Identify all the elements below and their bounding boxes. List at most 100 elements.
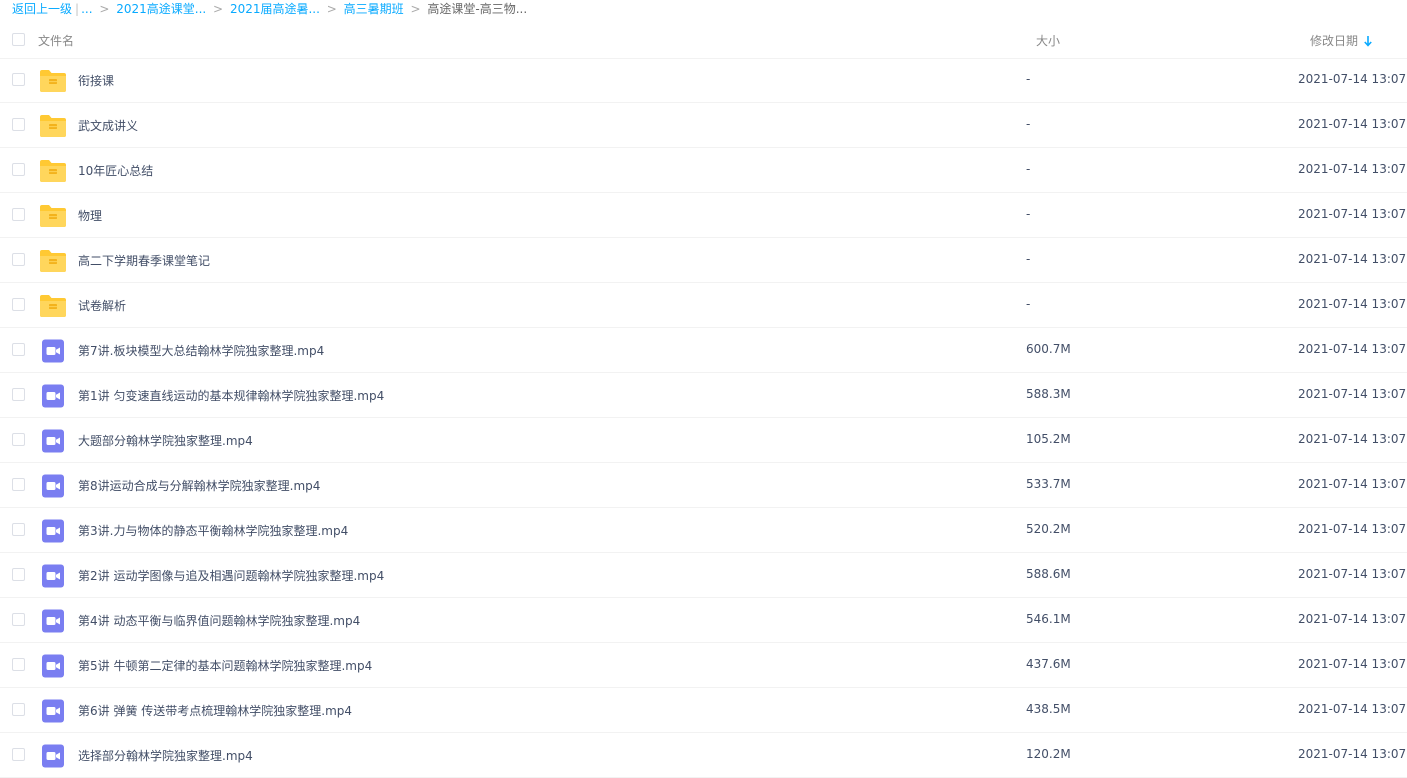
file-name[interactable]: 第5讲 牛顿第二定律的基本问题翰林学院独家整理.mp4 [78,657,372,674]
file-name[interactable]: 衔接课 [78,72,114,89]
sort-down-arrow-icon[interactable] [1364,36,1372,47]
file-row[interactable]: 第7讲.板块模型大总结翰林学院独家整理.mp4 600.7M 2021-07-14 … [0,328,1407,373]
file-row[interactable]: 第2讲 运动学图像与追及相遇问题翰林学院独家整理.mp4 588.6M 2021-0… [0,553,1407,598]
file-size: 588.3M [1026,387,1071,401]
video-file-icon [39,429,67,453]
file-size: 600.7M [1026,342,1071,356]
file-list-header: 文件名 大小 修改日期 [0,23,1407,59]
video-file-icon [39,699,67,723]
file-size: 588.6M [1026,567,1071,581]
file-name[interactable]: 第3讲.力与物体的静态平衡翰林学院独家整理.mp4 [78,522,348,539]
row-checkbox[interactable] [12,343,25,356]
breadcrumb-current: 高途课堂-高三物... [427,2,528,16]
file-date: 2021-07-14 13:07 [1298,477,1407,491]
file-name[interactable]: 第7讲.板块模型大总结翰林学院独家整理.mp4 [78,342,324,359]
row-checkbox[interactable] [12,388,25,401]
file-size: 437.6M [1026,657,1071,671]
column-header-name[interactable]: 文件名 [38,32,74,49]
file-date: 2021-07-14 13:07 [1298,207,1407,221]
file-size: 105.2M [1026,432,1071,446]
file-date: 2021-07-14 13:07 [1298,522,1407,536]
file-row[interactable]: 第6讲 弹簧 传送带考点梳理翰林学院独家整理.mp4 438.5M 2021-07-… [0,688,1407,733]
file-size: 438.5M [1026,702,1071,716]
file-row[interactable]: 物理 - 2021-07-14 13:07 [0,193,1407,238]
column-header-date[interactable]: 修改日期 [1310,32,1372,49]
breadcrumb-item-3[interactable]: 高三暑期班 [344,2,404,16]
column-header-size[interactable]: 大小 [1036,32,1060,49]
row-checkbox[interactable] [12,163,25,176]
video-file-icon [39,654,67,678]
video-file-icon [39,474,67,498]
file-size: 120.2M [1026,747,1071,761]
file-size: - [1026,297,1031,311]
file-date: 2021-07-14 13:07 [1298,387,1407,401]
file-date: 2021-07-14 13:07 [1298,252,1407,266]
file-name[interactable]: 第1讲 匀变速直线运动的基本规律翰林学院独家整理.mp4 [78,387,384,404]
file-date: 2021-07-14 13:07 [1298,612,1407,626]
folder-icon [39,114,67,138]
folder-icon [39,159,67,183]
video-file-icon [39,564,67,588]
file-row[interactable]: 选择部分翰林学院独家整理.mp4 120.2M 2021-07-14 13:07 [0,733,1407,778]
file-row[interactable]: 第5讲 牛顿第二定律的基本问题翰林学院独家整理.mp4 437.6M 2021-07… [0,643,1407,688]
file-row[interactable]: 第1讲 匀变速直线运动的基本规律翰林学院独家整理.mp4 588.3M 2021-0… [0,373,1407,418]
breadcrumb-divider: | [75,2,80,16]
breadcrumb-separator: > [213,2,224,16]
column-header-date-label: 修改日期 [1310,34,1359,48]
folder-icon [39,294,67,318]
row-checkbox[interactable] [12,568,25,581]
file-name[interactable]: 试卷解析 [78,297,126,314]
breadcrumb-item-2[interactable]: 2021届高途暑... [230,2,320,16]
file-row[interactable]: 衔接课 - 2021-07-14 13:07 [0,58,1407,103]
file-date: 2021-07-14 13:07 [1298,162,1407,176]
row-checkbox[interactable] [12,253,25,266]
file-size: - [1026,162,1031,176]
row-checkbox[interactable] [12,658,25,671]
file-row[interactable]: 第8讲运动合成与分解翰林学院独家整理.mp4 533.7M 2021-07-14 1… [0,463,1407,508]
file-row[interactable]: 武文成讲义 - 2021-07-14 13:07 [0,103,1407,148]
file-row[interactable]: 第4讲 动态平衡与临界值问题翰林学院独家整理.mp4 546.1M 2021-07-… [0,598,1407,643]
file-date: 2021-07-14 13:07 [1298,117,1407,131]
breadcrumb-item-1[interactable]: 2021高途课堂... [116,2,206,16]
file-date: 2021-07-14 13:07 [1298,702,1407,716]
file-name[interactable]: 第6讲 弹簧 传送带考点梳理翰林学院独家整理.mp4 [78,702,352,719]
file-name[interactable]: 大题部分翰林学院独家整理.mp4 [78,432,253,449]
folder-icon [39,204,67,228]
breadcrumb-ellipsis[interactable]: ... [81,2,92,16]
select-all-checkbox[interactable] [12,33,25,46]
file-row[interactable]: 高二下学期春季课堂笔记 - 2021-07-14 13:07 [0,238,1407,283]
file-row[interactable]: 试卷解析 - 2021-07-14 13:07 [0,283,1407,328]
file-date: 2021-07-14 13:07 [1298,297,1407,311]
file-row[interactable]: 10年匠心总结 - 2021-07-14 13:07 [0,148,1407,193]
file-name[interactable]: 物理 [78,207,102,224]
file-name[interactable]: 第4讲 动态平衡与临界值问题翰林学院独家整理.mp4 [78,612,360,629]
row-checkbox[interactable] [12,208,25,221]
file-name[interactable]: 选择部分翰林学院独家整理.mp4 [78,747,253,764]
row-checkbox[interactable] [12,613,25,626]
file-size: - [1026,252,1031,266]
file-size: - [1026,72,1031,86]
file-row[interactable]: 第3讲.力与物体的静态平衡翰林学院独家整理.mp4 520.2M 2021-07-1… [0,508,1407,553]
row-checkbox[interactable] [12,748,25,761]
row-checkbox[interactable] [12,433,25,446]
row-checkbox[interactable] [12,523,25,536]
file-name[interactable]: 第8讲运动合成与分解翰林学院独家整理.mp4 [78,477,320,494]
video-file-icon [39,519,67,543]
file-date: 2021-07-14 13:07 [1298,567,1407,581]
breadcrumb-separator: > [99,2,110,16]
row-checkbox[interactable] [12,118,25,131]
file-date: 2021-07-14 13:07 [1298,432,1407,446]
file-name[interactable]: 10年匠心总结 [78,162,153,179]
row-checkbox[interactable] [12,298,25,311]
row-checkbox[interactable] [12,703,25,716]
video-file-icon [39,384,67,408]
file-name[interactable]: 武文成讲义 [78,117,138,134]
file-row[interactable]: 大题部分翰林学院独家整理.mp4 105.2M 2021-07-14 13:07 [0,418,1407,463]
file-name[interactable]: 高二下学期春季课堂笔记 [78,252,210,269]
back-link[interactable]: 返回上一级 [12,2,72,16]
row-checkbox[interactable] [12,73,25,86]
row-checkbox[interactable] [12,478,25,491]
file-name[interactable]: 第2讲 运动学图像与追及相遇问题翰林学院独家整理.mp4 [78,567,384,584]
breadcrumb-separator: > [326,2,337,16]
breadcrumb-separator: > [410,2,421,16]
